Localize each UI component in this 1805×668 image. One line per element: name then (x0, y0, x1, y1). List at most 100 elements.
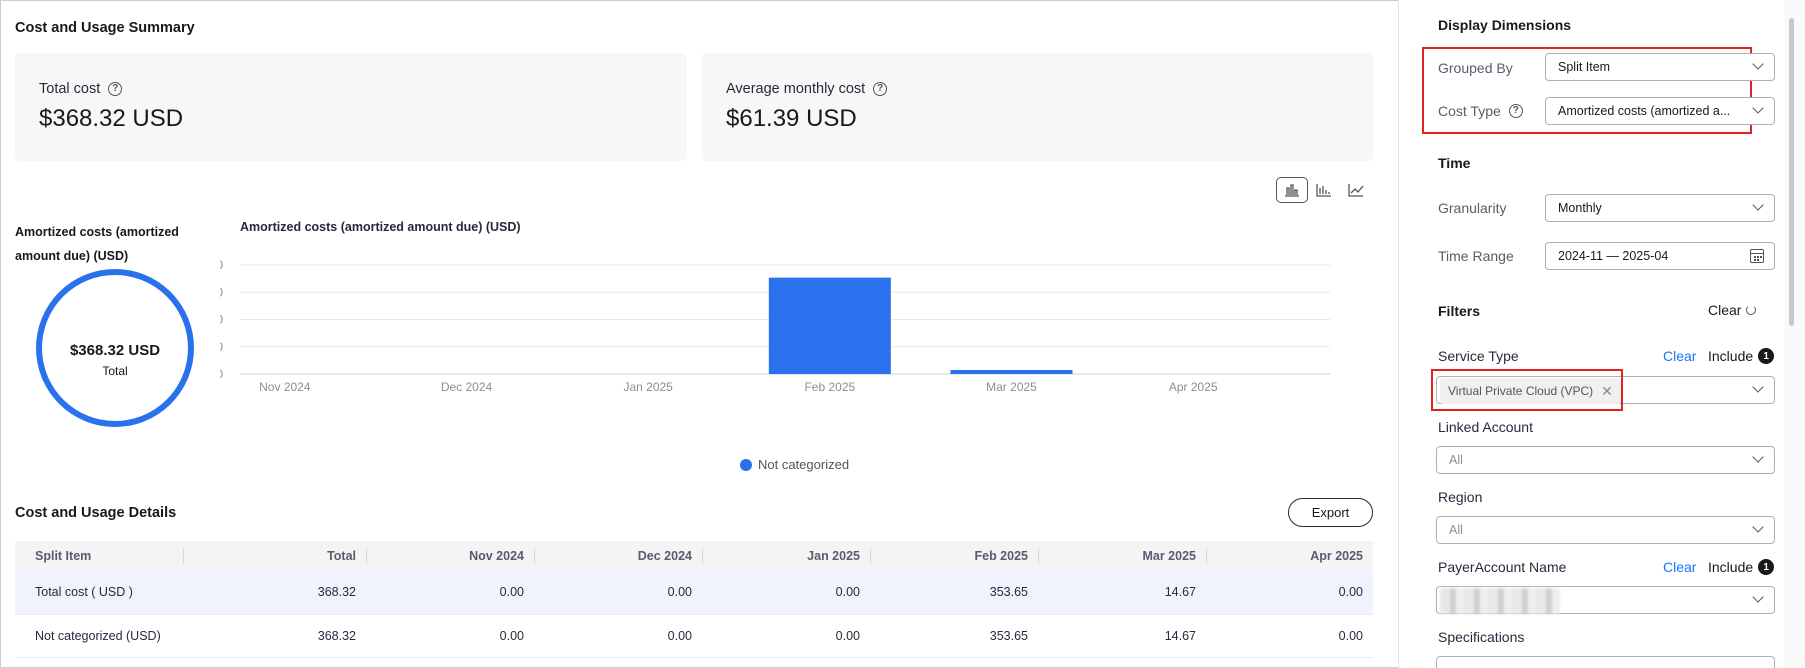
granularity-select[interactable]: Monthly (1545, 194, 1775, 222)
bar-feb-2025 (768, 277, 891, 374)
value-cell: 368.32 (183, 571, 366, 615)
row-label-cell: Total cost ( USD ) (15, 571, 183, 615)
value-cell: 14.67 (1038, 614, 1206, 658)
total-cost-value: $368.32 USD (39, 105, 184, 132)
help-icon[interactable]: ? (873, 82, 888, 96)
refresh-icon (1746, 305, 1757, 315)
donut-title: Amortized costs (amortized amount due) (… (15, 225, 179, 263)
scrollbar-track[interactable] (1784, 0, 1805, 668)
calendar-icon (1750, 249, 1764, 263)
time-range-label: Time Range (1438, 248, 1514, 264)
cost-type-select[interactable]: Amortized costs (amortized a... (1545, 97, 1775, 125)
value-cell: 0.00 (1206, 614, 1373, 658)
count-badge: 1 (1758, 559, 1775, 575)
value-cell: 368.32 (183, 614, 366, 658)
line-chart-icon[interactable] (1340, 177, 1372, 203)
legend-label: Not categorized (758, 457, 850, 472)
value-cell: 353.65 (870, 614, 1038, 658)
display-dimensions-title: Display Dimensions (1438, 17, 1572, 33)
linked-account-select[interactable]: All (1436, 446, 1775, 474)
bar-chart: 0 100 200 300 400 Nov 2024 Dec 2024 Jan 2025 Feb… (220, 258, 1330, 394)
cost-type-label: Cost Type ? (1438, 103, 1523, 119)
x-tick-label: Apr 2025 (1169, 380, 1218, 394)
service-type-label: Service Type (1438, 348, 1519, 364)
value-cell: 0.00 (702, 614, 870, 658)
x-tick-label: Mar 2025 (986, 380, 1037, 394)
chevron-down-icon (1752, 381, 1764, 393)
value-cell: 0.00 (534, 571, 702, 615)
column-header: Mar 2025 (1038, 541, 1206, 571)
chart-type-toggle (1276, 177, 1372, 203)
chevron-down-icon (1752, 102, 1764, 114)
avg-monthly-cost-value: $61.39 USD (726, 105, 857, 132)
chevron-down-icon (1752, 58, 1764, 70)
column-header: Total (183, 541, 366, 571)
time-title: Time (1438, 155, 1471, 171)
payer-account-include[interactable]: Include 1 (1708, 559, 1775, 575)
specifications-select[interactable] (1436, 656, 1775, 668)
chevron-down-icon (1752, 521, 1764, 533)
y-tick-label: 400 (220, 258, 223, 272)
donut-chart: $368.32 USD Total (36, 269, 194, 427)
value-cell: 0.00 (366, 571, 534, 615)
table-header-row: Split Item Total Nov 2024 Dec 2024 Jan 2025 F… (15, 541, 1373, 571)
y-tick-label: 300 (220, 285, 223, 299)
bar-chart-grouped-icon[interactable] (1276, 177, 1308, 203)
bar-mar-2025 (950, 370, 1073, 374)
y-tick-label: 0 (220, 367, 223, 381)
grouped-by-select[interactable]: Split Item (1545, 53, 1775, 81)
value-cell: 0.00 (366, 614, 534, 658)
column-header: Dec 2024 (534, 541, 702, 571)
legend-swatch (740, 458, 752, 471)
bar-chart-icon[interactable] (1308, 177, 1340, 203)
chevron-down-icon (1752, 199, 1764, 211)
redacted-account-chip (1440, 588, 1560, 614)
help-icon[interactable]: ? (108, 82, 123, 96)
avg-monthly-cost-card: Average monthly cost ? $61.39 USD (702, 53, 1373, 161)
summary-title: Cost and Usage Summary (15, 20, 195, 36)
y-tick-label: 100 (220, 340, 223, 354)
help-icon[interactable]: ? (1508, 104, 1523, 118)
avg-monthly-cost-label: Average monthly cost ? (726, 81, 888, 97)
value-cell: 353.65 (870, 571, 1038, 615)
export-button[interactable]: Export (1288, 498, 1373, 527)
highlight-box (1431, 369, 1623, 411)
service-type-include[interactable]: Include 1 (1708, 348, 1775, 364)
chevron-down-icon (1752, 591, 1764, 603)
payer-account-clear-link[interactable]: Clear (1663, 559, 1696, 575)
bar-chart-title: Amortized costs (amortized amount due) (… (240, 220, 521, 234)
table-body: Total cost ( USD ) 368.32 0.00 0.00 0.00 353.… (15, 571, 1373, 658)
filters-title: Filters (1438, 303, 1481, 319)
column-header: Split Item (15, 541, 183, 571)
linked-account-label: Linked Account (1438, 419, 1533, 435)
chevron-down-icon (1752, 451, 1764, 463)
service-type-clear-link[interactable]: Clear (1663, 348, 1696, 364)
granularity-label: Granularity (1438, 200, 1507, 216)
donut-label: Total (102, 364, 128, 378)
grouped-by-label: Grouped By (1438, 60, 1513, 76)
value-cell: 0.00 (702, 571, 870, 615)
region-select[interactable]: All (1436, 516, 1775, 544)
total-cost-label: Total cost ? (39, 81, 123, 97)
specifications-label: Specifications (1438, 629, 1525, 645)
column-header: Apr 2025 (1206, 541, 1373, 571)
table-row[interactable]: Total cost ( USD ) 368.32 0.00 0.00 0.00 353.… (15, 571, 1373, 615)
value-cell: 0.00 (1206, 571, 1373, 615)
chart-legend[interactable]: Not categorized (740, 457, 849, 472)
column-header: Jan 2025 (702, 541, 870, 571)
value-cell: 0.00 (534, 614, 702, 658)
total-cost-card: Total cost ? $368.32 USD (15, 53, 687, 161)
table-row[interactable]: Not categorized (USD) 368.32 0.00 0.00 0.00 3… (15, 614, 1373, 658)
donut-value: $368.32 USD (69, 342, 161, 359)
filters-clear-button[interactable]: Clear (1708, 302, 1757, 318)
x-tick-label: Jan 2025 (623, 380, 673, 394)
x-tick-label: Feb 2025 (804, 380, 855, 394)
y-tick-label: 200 (220, 313, 223, 327)
region-label: Region (1438, 489, 1483, 505)
column-header: Feb 2025 (870, 541, 1038, 571)
scrollbar-thumb[interactable] (1789, 18, 1794, 326)
row-label-cell: Not categorized (USD) (15, 614, 183, 658)
time-range-picker[interactable]: 2024-11 — 2025-04 (1545, 242, 1775, 270)
column-header: Nov 2024 (366, 541, 534, 571)
count-badge: 1 (1758, 348, 1775, 364)
